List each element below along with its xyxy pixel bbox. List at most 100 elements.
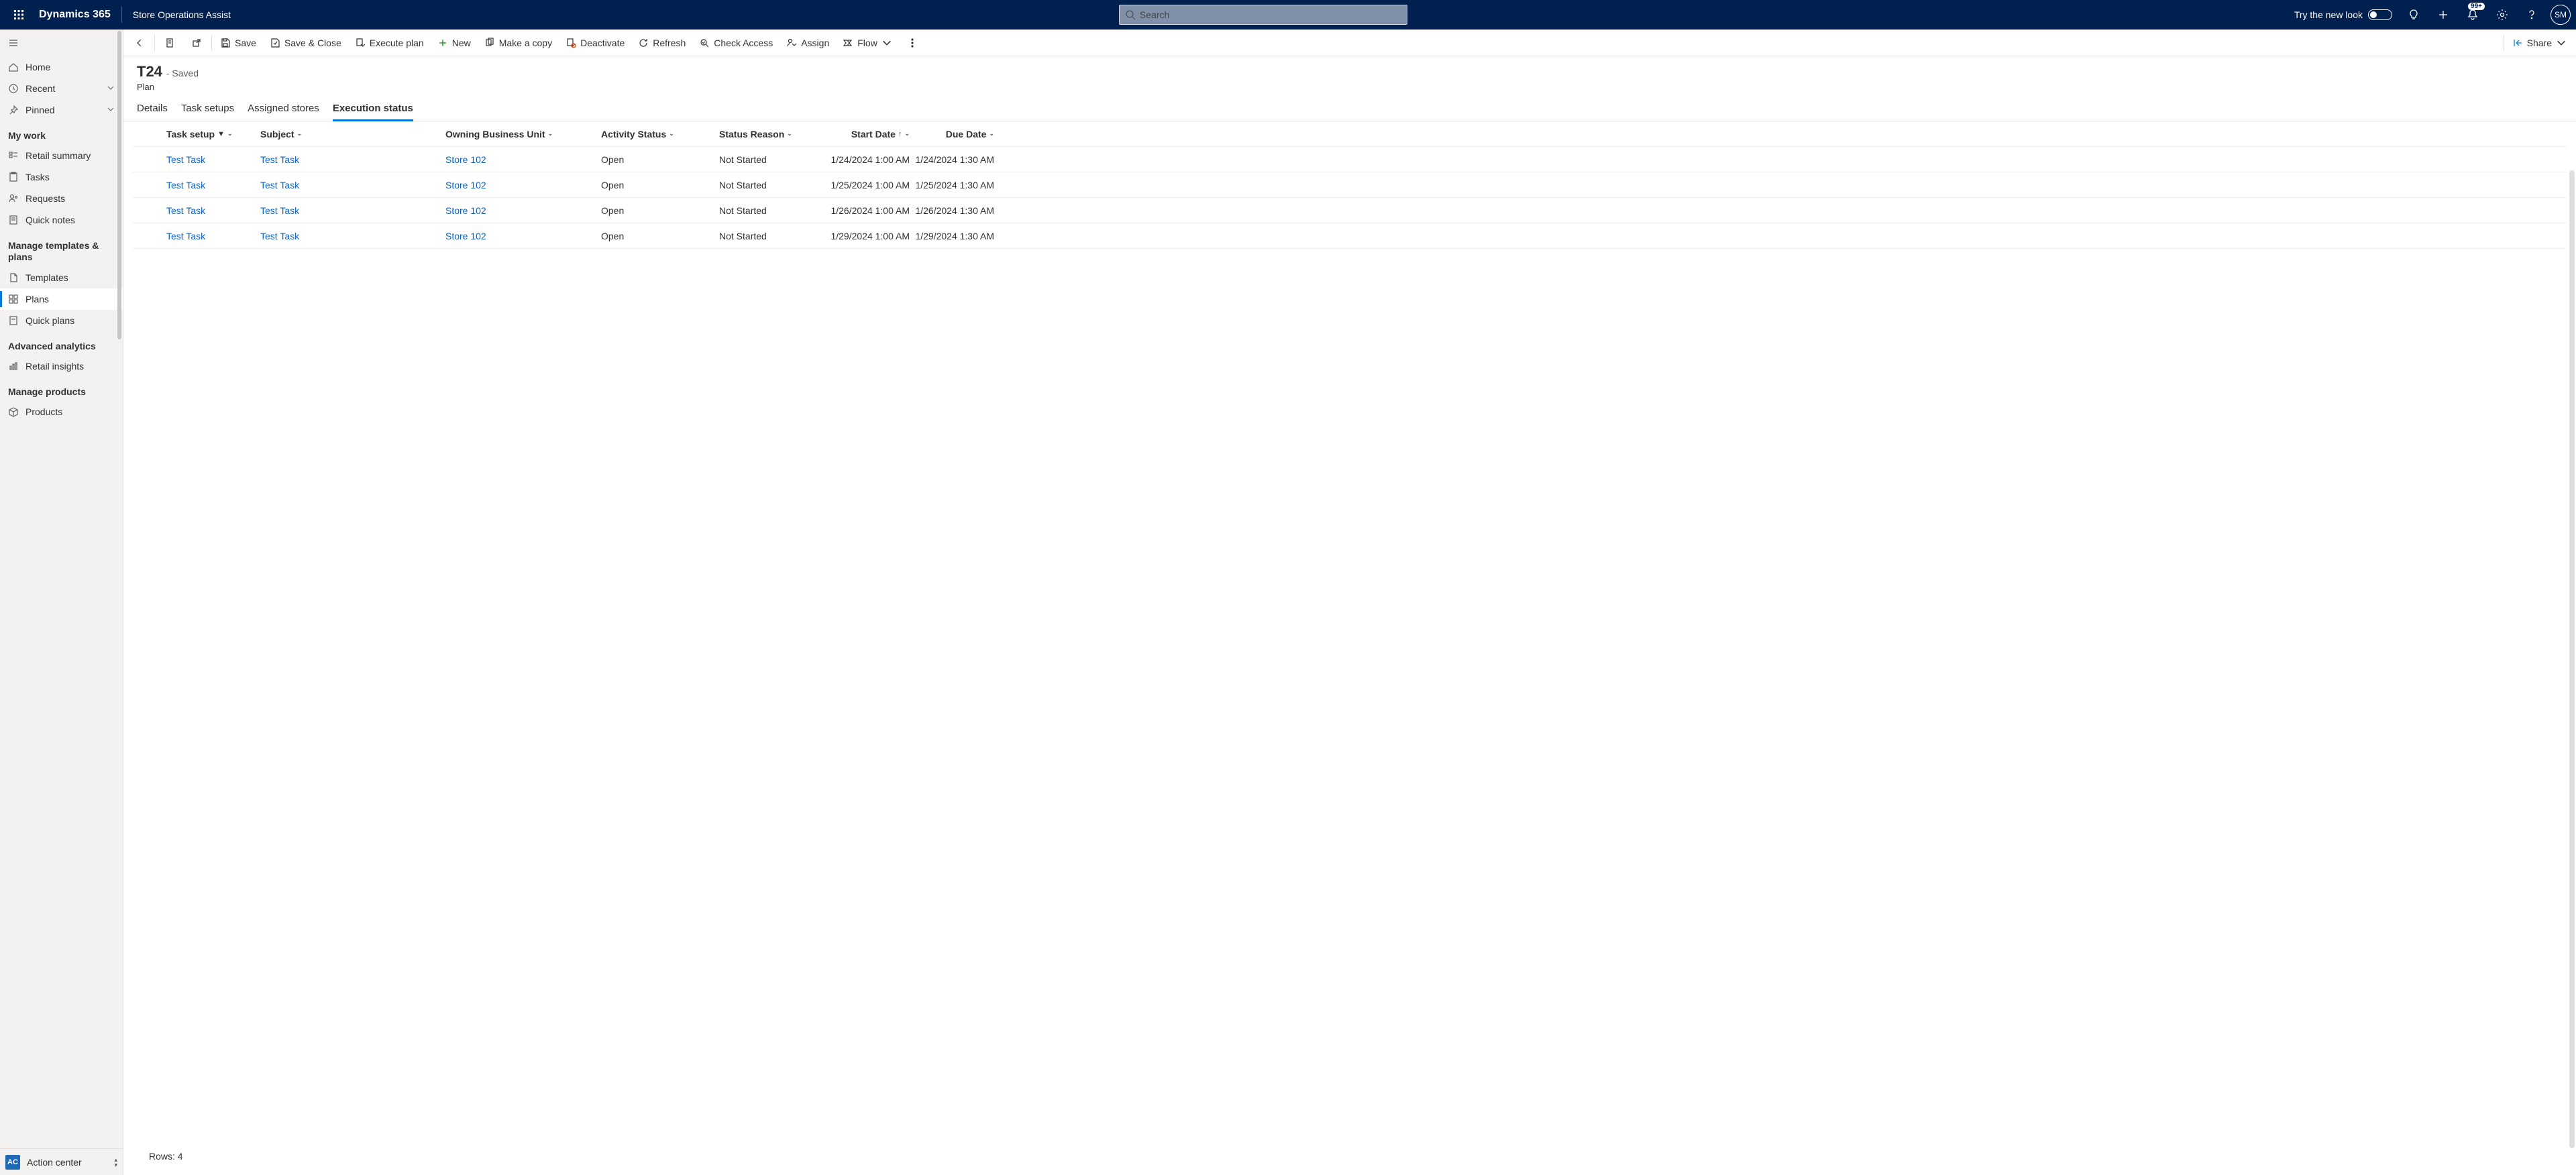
area-title[interactable]: Store Operations Assist xyxy=(126,9,237,20)
status-reason: Not Started xyxy=(719,154,767,165)
nav-label: Quick plans xyxy=(25,315,74,326)
share-button[interactable]: Share xyxy=(2506,30,2573,56)
saved-indicator: - Saved xyxy=(166,68,199,78)
nav-tasks[interactable]: Tasks xyxy=(0,166,123,188)
deactivate-icon xyxy=(566,38,576,48)
nav-products[interactable]: Products xyxy=(0,401,123,423)
nav-retail-insights[interactable]: Retail insights xyxy=(0,355,123,377)
table-row[interactable]: Test TaskTest TaskStore 102OpenNot Start… xyxy=(133,147,2567,172)
app-launcher-button[interactable] xyxy=(5,0,32,30)
owning-bu-link[interactable]: Store 102 xyxy=(445,205,486,216)
back-button[interactable] xyxy=(126,30,153,56)
filter-icon: ▼ xyxy=(217,130,225,138)
cmd-label: New xyxy=(452,38,471,48)
nav-requests[interactable]: Requests xyxy=(0,188,123,209)
owning-bu-link[interactable]: Store 102 xyxy=(445,180,486,190)
col-header-due-date[interactable]: Due Date ⌄ xyxy=(914,129,1008,139)
col-header-subject[interactable]: Subject ⌄ xyxy=(256,129,441,139)
cmd-label: Make a copy xyxy=(499,38,552,48)
save-button[interactable]: Save xyxy=(213,30,263,56)
col-header-task-setup[interactable]: Task setup ▼ ⌄ xyxy=(162,129,256,139)
task-setup-link[interactable]: Test Task xyxy=(166,154,205,165)
execute-plan-button[interactable]: Execute plan xyxy=(348,30,431,56)
tab-details[interactable]: Details xyxy=(137,97,168,121)
search-icon xyxy=(1125,9,1136,20)
nav-quick-plans[interactable]: Quick plans xyxy=(0,310,123,331)
flow-button[interactable]: Flow xyxy=(836,30,899,56)
due-date: 1/29/2024 1:30 AM xyxy=(915,231,994,241)
nav-recent[interactable]: Recent xyxy=(0,78,123,99)
clock-icon xyxy=(8,83,19,94)
owning-bu-link[interactable]: Store 102 xyxy=(445,154,486,165)
subject-link[interactable]: Test Task xyxy=(260,205,299,216)
main-scrollbar[interactable] xyxy=(2569,170,2575,1148)
nav-section-analytics: Advanced analytics xyxy=(0,331,123,355)
help-button[interactable] xyxy=(2518,0,2545,30)
nav-retail-summary[interactable]: Retail summary xyxy=(0,145,123,166)
task-setup-link[interactable]: Test Task xyxy=(166,231,205,241)
subject-link[interactable]: Test Task xyxy=(260,154,299,165)
sidebar-scrollbar[interactable] xyxy=(116,30,123,1175)
activity-status: Open xyxy=(601,180,624,190)
deactivate-button[interactable]: Deactivate xyxy=(559,30,631,56)
action-center-button[interactable]: AC Action center ▴▾ xyxy=(0,1148,123,1175)
header-divider xyxy=(121,7,122,23)
chevron-down-icon: ⌄ xyxy=(227,130,233,137)
lightbulb-icon xyxy=(2408,9,2420,21)
notification-badge: 99+ xyxy=(2468,3,2485,10)
settings-button[interactable] xyxy=(2489,0,2516,30)
cmd-label: Share xyxy=(2527,38,2552,48)
col-header-status-reason[interactable]: Status Reason ⌄ xyxy=(715,129,820,139)
refresh-button[interactable]: Refresh xyxy=(631,30,692,56)
col-header-owning-bu[interactable]: Owning Business Unit ⌄ xyxy=(441,129,597,139)
table-row[interactable]: Test TaskTest TaskStore 102OpenNot Start… xyxy=(133,172,2567,198)
subject-link[interactable]: Test Task xyxy=(260,180,299,190)
nav-collapse-button[interactable] xyxy=(0,30,123,56)
check-access-button[interactable]: Check Access xyxy=(692,30,780,56)
more-commands-button[interactable] xyxy=(899,30,926,56)
tab-task-setups[interactable]: Task setups xyxy=(181,97,234,121)
nav-quick-notes[interactable]: Quick notes xyxy=(0,209,123,231)
app-title[interactable]: Dynamics 365 xyxy=(32,9,117,21)
col-header-activity-status[interactable]: Activity Status ⌄ xyxy=(597,129,715,139)
chevron-down-icon xyxy=(107,105,115,115)
assign-button[interactable]: Assign xyxy=(780,30,836,56)
start-date: 1/25/2024 1:00 AM xyxy=(830,180,910,190)
nav-templates[interactable]: Templates xyxy=(0,267,123,288)
new-button[interactable]: New xyxy=(431,30,478,56)
tab-assigned-stores[interactable]: Assigned stores xyxy=(248,97,319,121)
table-row[interactable]: Test TaskTest TaskStore 102OpenNot Start… xyxy=(133,198,2567,223)
task-setup-link[interactable]: Test Task xyxy=(166,180,205,190)
start-date: 1/26/2024 1:00 AM xyxy=(830,205,910,216)
make-copy-button[interactable]: Make a copy xyxy=(478,30,559,56)
user-avatar[interactable]: SM xyxy=(2551,5,2571,25)
check-access-icon xyxy=(699,38,710,48)
col-label: Owning Business Unit xyxy=(445,129,545,139)
cmd-label: Execute plan xyxy=(370,38,424,48)
nav-label: Quick notes xyxy=(25,215,75,225)
subject-link[interactable]: Test Task xyxy=(260,231,299,241)
grid-header-row: Task setup ▼ ⌄ Subject ⌄ Owning Business… xyxy=(133,121,2567,147)
toggle-switch[interactable] xyxy=(2368,9,2392,20)
nav-label: Retail insights xyxy=(25,361,84,372)
nav-section-templates: Manage templates & plans xyxy=(0,231,123,267)
grid-icon xyxy=(8,294,19,304)
nav-plans[interactable]: Plans xyxy=(0,288,123,310)
col-header-start-date[interactable]: Start Date ↑ ⌄ xyxy=(820,129,914,139)
save-close-button[interactable]: Save & Close xyxy=(263,30,348,56)
try-new-look-toggle[interactable]: Try the new look xyxy=(2289,9,2398,20)
lightbulb-button[interactable] xyxy=(2400,0,2427,30)
global-search-input[interactable]: Search xyxy=(1119,5,1407,25)
notifications-button[interactable]: 99+ xyxy=(2459,0,2486,30)
nav-home[interactable]: Home xyxy=(0,56,123,78)
chevron-down-icon: ⌄ xyxy=(548,130,553,137)
owning-bu-link[interactable]: Store 102 xyxy=(445,231,486,241)
table-row[interactable]: Test TaskTest TaskStore 102OpenNot Start… xyxy=(133,223,2567,249)
refresh-icon xyxy=(638,38,649,48)
add-button[interactable] xyxy=(2430,0,2457,30)
tab-execution-status[interactable]: Execution status xyxy=(333,97,413,121)
open-record-set-button[interactable] xyxy=(156,30,183,56)
nav-pinned[interactable]: Pinned xyxy=(0,99,123,121)
open-in-new-window-button[interactable] xyxy=(183,30,210,56)
task-setup-link[interactable]: Test Task xyxy=(166,205,205,216)
